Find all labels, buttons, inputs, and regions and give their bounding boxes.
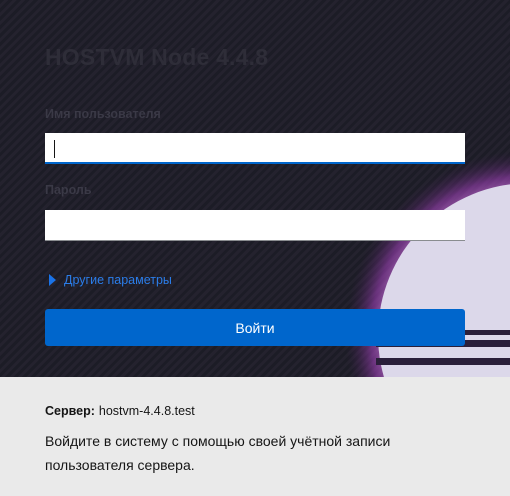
advanced-options-toggle[interactable]: Другие параметры: [45, 273, 172, 287]
login-panel: HOSTVM Node 4.4.8 Имя пользователя Парол…: [0, 0, 510, 377]
login-info-message: Войдите в систему с помощью своей учётно…: [45, 433, 391, 473]
server-host: hostvm-4.4.8.test: [98, 404, 195, 418]
password-label: Пароль: [45, 183, 92, 197]
advanced-options-label: Другие параметры: [64, 273, 172, 287]
username-label: Имя пользователя: [45, 107, 161, 121]
login-button[interactable]: Войти: [45, 309, 465, 346]
caret-right-icon: [49, 274, 56, 286]
password-field[interactable]: [45, 210, 465, 241]
app-title: HOSTVM Node 4.4.8: [45, 44, 269, 70]
server-info-panel: Сервер: hostvm-4.4.8.test Войдите в систе…: [0, 377, 510, 496]
server-key: Сервер:: [45, 404, 95, 418]
server-line: Сервер: hostvm-4.4.8.test: [45, 404, 195, 418]
text-cursor: [54, 140, 55, 158]
username-field[interactable]: [45, 133, 465, 164]
